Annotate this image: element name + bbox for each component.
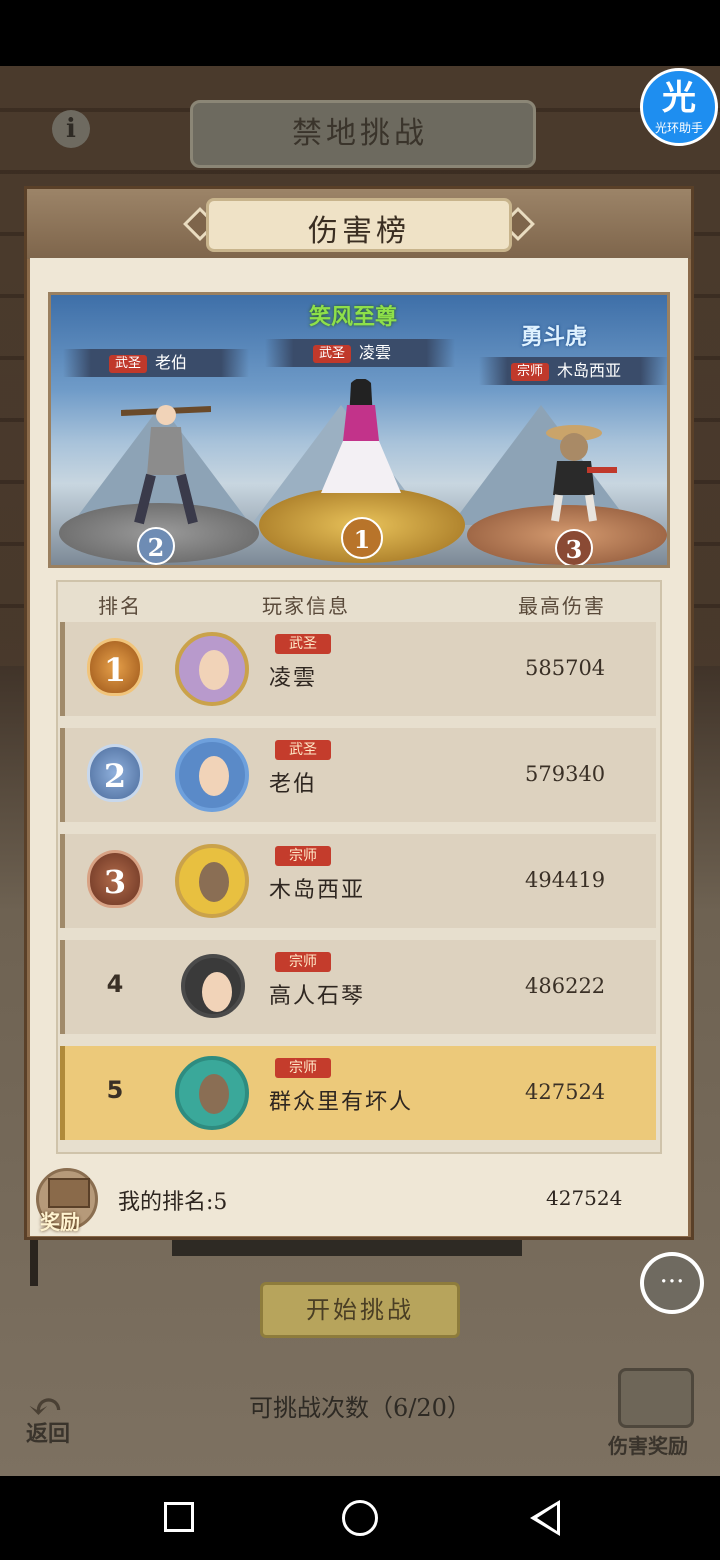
player-name: 凌雲 (269, 666, 318, 691)
avatar-face (199, 862, 229, 902)
player-damage: 427524 (525, 1080, 606, 1104)
title-tag: 宗师 (275, 846, 331, 866)
chat-icon[interactable]: ··· (640, 1252, 704, 1314)
podium-player-name: 老伯 (155, 353, 188, 372)
title-tag: 武圣 (275, 634, 331, 654)
attempts-remaining: 可挑战次数（6/20） (249, 1394, 471, 1422)
rank-number: 4 (106, 970, 124, 998)
screen-title: 禁地挑战 (292, 116, 428, 151)
behind-info-strip (172, 1240, 522, 1256)
player-name: 高人石琴 (269, 984, 366, 1009)
column-header-player: 玩家信息 (262, 594, 350, 618)
my-rank: 我的排名:5 (118, 1190, 228, 1215)
chest-icon (48, 1178, 90, 1208)
start-challenge-button[interactable]: 开始挑战 (260, 1282, 460, 1338)
player-damage: 486222 (525, 974, 606, 998)
podium-medal-2: 2 (137, 527, 175, 565)
table-row[interactable]: 1 武圣 凌雲 585704 (60, 622, 656, 716)
status-bar (0, 0, 720, 66)
rank-medal-silver: 2 (87, 744, 143, 802)
character-figure (121, 405, 211, 525)
podium-title-1: 笑风至尊 (309, 304, 398, 330)
podium-banner: 武圣 老伯 2 笑风至尊 武圣 凌雲 1 勇斗虎 宗师 木岛西亚 3 (48, 292, 670, 568)
podium-tag: 武圣 (313, 344, 352, 363)
my-damage: 427524 (546, 1186, 623, 1210)
avatar (181, 954, 245, 1018)
podium-name-2: 武圣 老伯 (63, 349, 249, 377)
podium-medal-3: 3 (555, 529, 593, 565)
player-name: 木岛西亚 (269, 878, 366, 903)
column-header-rank: 排名 (98, 594, 142, 618)
player-damage: 579340 (525, 762, 606, 786)
table-row[interactable]: 4 宗师 高人石琴 486222 (60, 940, 656, 1034)
player-damage: 585704 (525, 656, 606, 680)
player-name: 老伯 (269, 772, 318, 797)
avatar (175, 738, 249, 812)
podium-medal-1: 1 (341, 517, 383, 559)
title-tag: 武圣 (275, 740, 331, 760)
avatar (175, 844, 249, 918)
rank-number: 5 (106, 1076, 124, 1104)
podium-player-name: 木岛西亚 (557, 361, 622, 380)
helper-glyph: 光 (662, 78, 696, 118)
character-figure (321, 379, 401, 493)
back-label: 返回 (26, 1421, 71, 1447)
avatar-face (199, 650, 229, 690)
chest-icon (618, 1368, 694, 1428)
table-row-self[interactable]: 5 宗师 群众里有坏人 427524 (60, 1046, 656, 1140)
reward-label: 奖励 (40, 1210, 80, 1234)
podium-title-3: 勇斗虎 (521, 324, 588, 350)
avatar-face (199, 1074, 229, 1114)
avatar (175, 1056, 249, 1130)
nav-back-icon-inner (537, 1505, 557, 1531)
helper-label: 光环助手 (654, 121, 703, 135)
podium-name-1: 武圣 凌雲 (265, 339, 455, 367)
podium-name-3: 宗师 木岛西亚 (479, 357, 667, 385)
character-figure (546, 425, 617, 522)
nav-recent-icon[interactable] (164, 1502, 194, 1532)
podium-player-name: 凌雲 (359, 343, 392, 362)
table-row[interactable]: 2 武圣 老伯 579340 (60, 728, 656, 822)
rank-medal-bronze: 3 (87, 850, 143, 908)
table-row[interactable]: 3 宗师 木岛西亚 494419 (60, 834, 656, 928)
player-name: 群众里有坏人 (269, 1090, 414, 1115)
info-icon[interactable]: i (52, 110, 90, 148)
modal-title: 伤害榜 (308, 214, 410, 249)
column-header-damage: 最高伤害 (518, 594, 606, 618)
avatar (175, 632, 249, 706)
behind-frame-edge (30, 1240, 38, 1286)
rank-medal-gold: 1 (87, 638, 143, 696)
title-tag: 宗师 (275, 952, 331, 972)
avatar-face (199, 756, 229, 796)
damage-reward-label: 伤害奖励 (608, 1434, 688, 1458)
nav-home-icon[interactable] (342, 1500, 378, 1536)
player-damage: 494419 (525, 868, 606, 892)
title-tag: 宗师 (275, 1058, 331, 1078)
avatar-face (202, 972, 232, 1012)
helper-badge[interactable]: 光 光环助手 (640, 68, 718, 146)
podium-tag: 武圣 (109, 354, 148, 373)
podium-tag: 宗师 (511, 362, 550, 381)
